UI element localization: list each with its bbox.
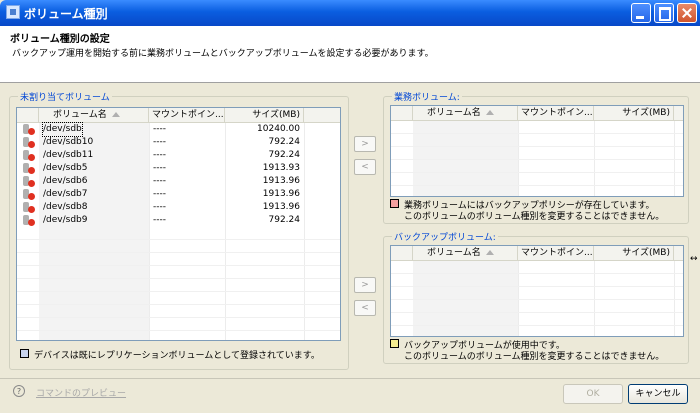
close-button[interactable] [677,3,697,23]
replication-legend-text: デバイスは既にレプリケーションボリュームとして登録されています。 [34,351,320,361]
cancel-button[interactable]: キャンセル [628,384,688,404]
business-volumes-label: 業務ボリューム: [392,90,462,103]
table-row[interactable]: /dev/sdb9 ---- 792.24 [17,214,340,227]
ok-button[interactable]: OK [563,384,623,404]
backup-volumes-table[interactable]: ボリューム名 マウントポイン... サイズ(MB) [390,245,684,337]
backup-in-use-legend-swatch [390,339,399,348]
table-header: ボリューム名 マウントポイン... サイズ(MB) [17,108,340,123]
column-header-mount-point[interactable]: マウントポイン... [518,246,594,260]
move-to-backup-button[interactable]: > [354,277,376,293]
volume-name-cell: /dev/sdb10 [43,137,94,147]
minimize-button[interactable] [631,3,651,23]
disk-volume-icon [23,137,35,148]
size-cell: 1913.93 [262,163,300,173]
backup-in-use-legend-line2: このボリュームのボリューム種別を変更することはできません。 [404,352,665,362]
sort-ascending-icon [485,110,494,115]
table-row[interactable]: /dev/sdb10 ---- 792.24 [17,136,340,149]
table-row[interactable]: /dev/sdb11 ---- 792.24 [17,149,340,162]
table-row[interactable]: /dev/sdb7 ---- 1913.96 [17,188,340,201]
size-cell: 1913.96 [262,202,300,212]
mount-point-cell: ---- [153,150,166,160]
volume-name-cell: /dev/sdb8 [43,202,88,212]
mount-point-cell: ---- [153,202,166,212]
mount-point-cell: ---- [153,189,166,199]
title-bar[interactable]: ボリューム種別 [0,0,700,26]
business-policy-legend-line2: このボリュームのボリューム種別を変更することはできません。 [404,212,665,222]
header-description: バックアップ運用を開始する前に業務ボリュームとバックアップボリュームを設定する必… [12,49,434,59]
disk-volume-icon [23,202,35,213]
size-cell: 792.24 [268,150,301,160]
column-header-mount-point[interactable]: マウントポイン... [149,108,225,122]
mount-point-cell: ---- [153,215,166,225]
table-header: ボリューム名 マウントポイン... サイズ(MB) [391,106,683,121]
volume-name-cell: /dev/sdb11 [43,150,94,160]
column-header-volume-name[interactable]: ボリューム名 [39,108,149,122]
volume-name-cell: /dev/sdb5 [43,163,88,173]
size-cell: 792.24 [268,137,301,147]
table-row[interactable]: /dev/sdb6 ---- 1913.96 [17,175,340,188]
column-header-mount-point[interactable]: マウントポイン... [518,106,594,120]
business-volumes-table[interactable]: ボリューム名 マウントポイン... サイズ(MB) [390,105,684,197]
column-header-size[interactable]: サイズ(MB) [594,106,674,120]
column-header-size[interactable]: サイズ(MB) [594,246,674,260]
replication-legend: デバイスは既にレプリケーションボリュームとして登録されています。 [20,348,340,361]
table-row[interactable]: /dev/sdb5 ---- 1913.93 [17,162,340,175]
backup-volumes-label: バックアップボリューム: [392,230,498,243]
business-policy-legend-swatch [390,199,399,208]
mount-point-cell: ---- [153,176,166,186]
dialog-header: ボリューム種別の設定 バックアップ運用を開始する前に業務ボリュームとバックアップ… [0,26,700,83]
help-icon[interactable]: ? [13,385,25,397]
size-cell: 1913.96 [262,176,300,186]
business-table-rows [391,121,683,196]
column-header-volume-name[interactable]: ボリューム名 [413,246,518,260]
mount-point-cell: ---- [153,137,166,147]
remove-from-business-button[interactable]: < [354,159,376,175]
unassigned-volumes-table[interactable]: ボリューム名 マウントポイン... サイズ(MB) /dev/sdb ---- 10… [16,107,341,341]
move-to-business-button[interactable]: > [354,136,376,152]
size-cell: 1913.96 [262,189,300,199]
footer-separator [0,378,700,379]
size-cell: 10240.00 [257,124,300,134]
command-preview-link[interactable]: コマンドのプレビュー [36,386,126,399]
disk-volume-icon [23,150,35,161]
app-icon [6,5,20,19]
resize-cursor-icon: ↔ [690,254,698,264]
table-row[interactable]: /dev/sdb8 ---- 1913.96 [17,201,340,214]
mount-point-cell: ---- [153,124,166,134]
replication-legend-swatch [20,349,29,358]
maximize-button[interactable] [654,3,674,23]
unassigned-volumes-group: 未割り当てボリューム ボリューム名 マウントポイン... サイズ(MB) /de… [9,90,349,370]
table-header: ボリューム名 マウントポイン... サイズ(MB) [391,246,683,261]
backup-in-use-legend: バックアップボリュームが使用中です。 このボリュームのボリューム種別を変更するこ… [390,338,685,362]
disk-volume-icon [23,189,35,200]
column-header-volume-name[interactable]: ボリューム名 [413,106,518,120]
disk-volume-icon [23,163,35,174]
business-policy-legend: 業務ボリュームにはバックアップポリシーが存在しています。 このボリュームのボリュ… [390,198,685,222]
volume-name-cell: /dev/sdb9 [43,215,88,225]
volume-name-cell: /dev/sdb [42,122,83,137]
sort-ascending-icon [485,250,494,255]
header-title: ボリューム種別の設定 [10,34,110,45]
volume-name-cell: /dev/sdb7 [43,189,88,199]
disk-volume-icon [23,176,35,187]
sort-ascending-icon [111,112,120,117]
backup-table-rows [391,261,683,336]
column-header-size[interactable]: サイズ(MB) [225,108,304,122]
disk-volume-icon [23,215,35,226]
remove-from-backup-button[interactable]: < [354,300,376,316]
unassigned-volumes-label: 未割り当てボリューム [18,90,112,103]
table-row[interactable]: /dev/sdb ---- 10240.00 [17,122,340,137]
disk-volume-icon [23,124,35,135]
business-volumes-group: 業務ボリューム: ボリューム名 マウントポイン... サイズ(MB) 業務ボリュ… [383,90,689,224]
window-title: ボリューム種別 [24,7,108,21]
mount-point-cell: ---- [153,163,166,173]
backup-volumes-group: バックアップボリューム: ボリューム名 マウントポイン... サイズ(MB) バ… [383,230,689,364]
size-cell: 792.24 [268,215,301,225]
volume-name-cell: /dev/sdb6 [43,176,88,186]
